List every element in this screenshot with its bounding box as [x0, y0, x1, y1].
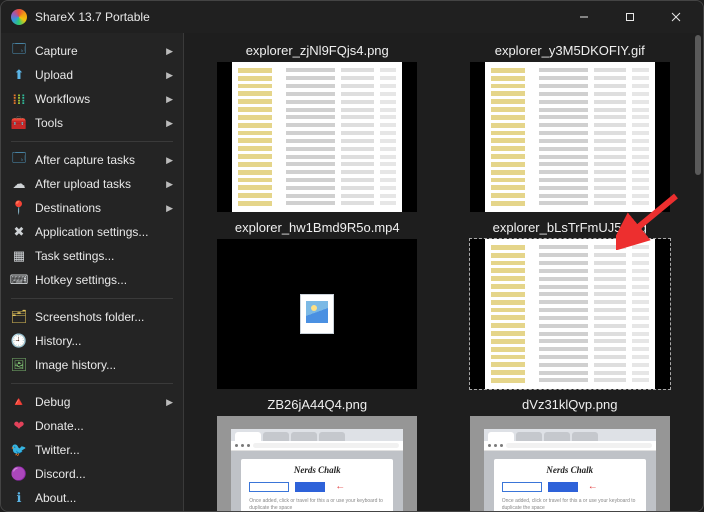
file-tile[interactable]: explorer_hw1Bmd9R5o.mp4	[198, 220, 437, 389]
sidebar-item-label: Destinations	[35, 201, 154, 215]
chevron-right-icon: ▶	[166, 94, 173, 105]
sidebar-item-label: Hotkey settings...	[35, 273, 173, 287]
file-name-label: explorer_y3M5DKOFIY.gif	[495, 43, 645, 58]
file-tile[interactable]: explorer_y3M5DKOFIY.gif	[451, 43, 690, 212]
maximize-button[interactable]	[607, 2, 653, 32]
app-logo-icon	[11, 9, 27, 25]
tools-icon: 🧰	[11, 115, 27, 131]
sidebar-item-twitter[interactable]: 🐦 Twitter...	[1, 438, 183, 462]
chevron-right-icon: ▶	[166, 203, 173, 214]
app-window: ShareX 13.7 Portable 🗔Capture▶⬆Upload▶⁞⁞…	[0, 0, 704, 512]
sidebar-item-label: Image history...	[35, 358, 173, 372]
sidebar-item-label: Screenshots folder...	[35, 310, 173, 324]
sidebar: 🗔 Capture ▶ ⬆ Upload ▶ ⁞⁞⁞ Workflows ▶ 🧰 Tools ▶ 🗔 Af…	[1, 33, 184, 511]
sidebar-item-after-upload-tasks[interactable]: ☁ After upload tasks ▶	[1, 172, 183, 196]
chevron-right-icon: ▶	[166, 46, 173, 57]
sidebar-item-discord[interactable]: 🟣 Discord...	[1, 462, 183, 486]
thumb-card-title: Nerds Chalk	[249, 465, 385, 475]
sidebar-item-workflows[interactable]: ⁞⁞⁞ Workflows ▶	[1, 87, 183, 111]
sidebar-item-donate[interactable]: ❤ Donate...	[1, 414, 183, 438]
sidebar-item-about[interactable]: ℹ About...	[1, 486, 183, 510]
sidebar-item-label: Twitter...	[35, 443, 173, 457]
sidebar-item-label: About...	[35, 491, 173, 505]
sidebar-item-capture[interactable]: 🗔 Capture ▶	[1, 39, 183, 63]
chevron-right-icon: ▶	[166, 118, 173, 129]
hotkey-settings-icon: ⌨	[11, 272, 27, 288]
file-thumbnail[interactable]	[217, 239, 417, 389]
sidebar-item-hotkey-settings[interactable]: ⌨ Hotkey settings...	[1, 268, 183, 292]
sidebar-item-label: History...	[35, 334, 173, 348]
file-tile[interactable]: explorer_zjNl9FQjs4.png	[198, 43, 437, 212]
file-name-label: explorer_hw1Bmd9R5o.mp4	[235, 220, 400, 235]
after-upload-tasks-icon: ☁	[11, 176, 27, 192]
window-controls	[561, 2, 699, 32]
sidebar-item-tools[interactable]: 🧰 Tools ▶	[1, 111, 183, 135]
task-settings-icon: ▦	[11, 248, 27, 264]
titlebar[interactable]: ShareX 13.7 Portable	[1, 1, 703, 33]
screenshots-folder-icon: 🗂	[11, 309, 27, 325]
file-thumbnail[interactable]	[217, 62, 417, 212]
menu-separator	[11, 383, 173, 384]
close-button[interactable]	[653, 2, 699, 32]
sidebar-item-screenshots-folder[interactable]: 🗂 Screenshots folder...	[1, 305, 183, 329]
sidebar-item-label: Task settings...	[35, 249, 173, 263]
scrollbar[interactable]	[693, 33, 703, 511]
sidebar-item-history[interactable]: 🕘 History...	[1, 329, 183, 353]
application-settings-icon: ✖	[11, 224, 27, 240]
sidebar-item-label: Workflows	[35, 92, 154, 106]
file-name-label: explorer_zjNl9FQjs4.png	[246, 43, 389, 58]
destinations-icon: 📍	[11, 200, 27, 216]
history-icon: 🕘	[11, 333, 27, 349]
file-tile[interactable]: explorer_bLsTrFmUJ5.png	[451, 220, 690, 389]
sidebar-item-destinations[interactable]: 📍 Destinations ▶	[1, 196, 183, 220]
sidebar-item-label: After upload tasks	[35, 177, 154, 191]
sidebar-item-label: Tools	[35, 116, 154, 130]
sidebar-item-label: Discord...	[35, 467, 173, 481]
thumb-card-title: Nerds Chalk	[502, 465, 638, 475]
sidebar-item-label: Debug	[35, 395, 154, 409]
sidebar-item-label: Upload	[35, 68, 154, 82]
minimize-button[interactable]	[561, 2, 607, 32]
file-tile[interactable]: dVz31klQvp.png Nerds Chalk←Once added, cl…	[451, 397, 690, 511]
file-tile[interactable]: ZB26jA44Q4.png Nerds Chalk←Once added, cl…	[198, 397, 437, 511]
thumbnail-grid: explorer_zjNl9FQjs4.png explorer_y3M5DKOF…	[184, 33, 703, 511]
about-icon: ℹ	[11, 490, 27, 506]
window-title: ShareX 13.7 Portable	[35, 10, 553, 24]
menu-separator	[11, 141, 173, 142]
sidebar-item-after-capture-tasks[interactable]: 🗔 After capture tasks ▶	[1, 148, 183, 172]
chevron-right-icon: ▶	[166, 155, 173, 166]
file-thumbnail[interactable]: Nerds Chalk←Once added, click or travel …	[217, 416, 417, 511]
donate-icon: ❤	[11, 418, 27, 434]
file-name-label: ZB26jA44Q4.png	[267, 397, 367, 412]
twitter-icon: 🐦	[11, 442, 27, 458]
menu-separator	[11, 298, 173, 299]
file-thumbnail[interactable]	[470, 62, 670, 212]
file-name-label: dVz31klQvp.png	[522, 397, 617, 412]
workflows-icon: ⁞⁞⁞	[11, 91, 27, 107]
sidebar-item-label: Application settings...	[35, 225, 173, 239]
sidebar-item-label: Donate...	[35, 419, 173, 433]
content-area: explorer_zjNl9FQjs4.png explorer_y3M5DKOF…	[184, 33, 703, 511]
chevron-right-icon: ▶	[166, 179, 173, 190]
file-name-label: explorer_bLsTrFmUJ5.png	[493, 220, 647, 235]
sidebar-item-label: Capture	[35, 44, 154, 58]
chevron-right-icon: ▶	[166, 397, 173, 408]
sidebar-item-task-settings[interactable]: ▦ Task settings...	[1, 244, 183, 268]
chevron-right-icon: ▶	[166, 70, 173, 81]
capture-icon: 🗔	[11, 43, 27, 59]
sidebar-item-debug[interactable]: 🔺 Debug ▶	[1, 390, 183, 414]
image-history-icon: 🖼	[11, 357, 27, 373]
discord-icon: 🟣	[11, 466, 27, 482]
upload-icon: ⬆	[11, 67, 27, 83]
sidebar-item-application-settings[interactable]: ✖ Application settings...	[1, 220, 183, 244]
file-thumbnail[interactable]	[470, 239, 670, 389]
sidebar-item-image-history[interactable]: 🖼 Image history...	[1, 353, 183, 377]
after-capture-tasks-icon: 🗔	[11, 152, 27, 168]
debug-icon: 🔺	[11, 394, 27, 410]
file-thumbnail[interactable]: Nerds Chalk←Once added, click or travel …	[470, 416, 670, 511]
sidebar-item-label: After capture tasks	[35, 153, 154, 167]
sidebar-item-upload[interactable]: ⬆ Upload ▶	[1, 63, 183, 87]
